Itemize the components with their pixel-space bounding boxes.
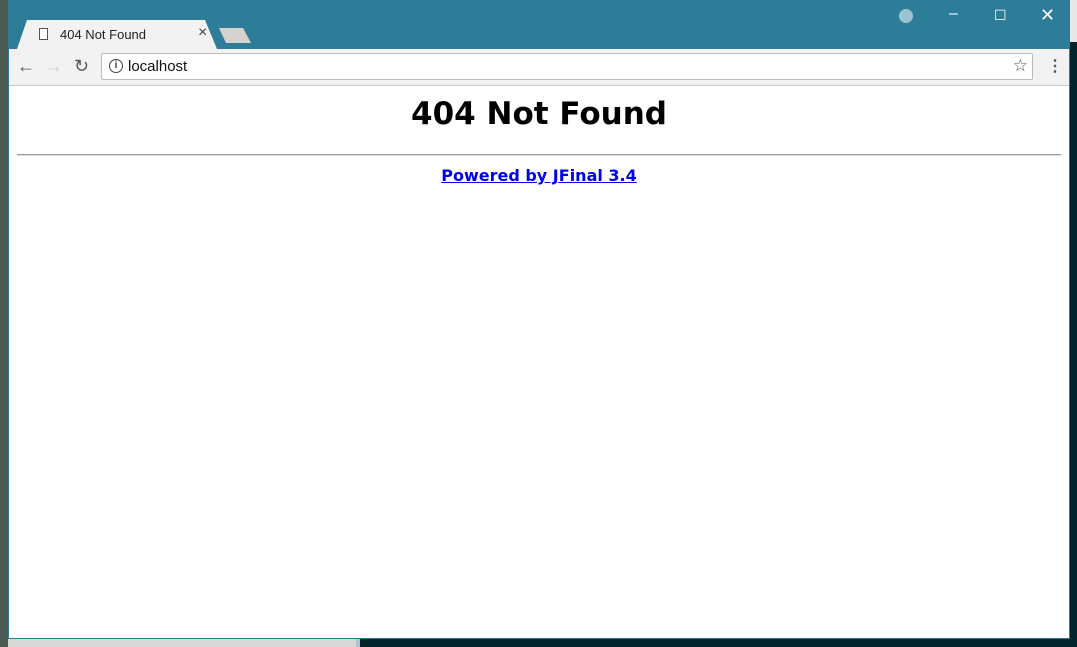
- url-text[interactable]: localhost: [128, 58, 187, 75]
- page-icon: [39, 28, 48, 40]
- info-icon[interactable]: i: [109, 59, 123, 73]
- profile-icon[interactable]: [899, 9, 913, 23]
- tab-title: 404 Not Found: [60, 27, 147, 42]
- powered-by-link[interactable]: Powered by JFinal 3.4: [441, 166, 637, 185]
- address-bar[interactable]: i localhost ☆: [101, 53, 1033, 80]
- desktop-background: [0, 0, 8, 647]
- back-button[interactable]: ←: [17, 56, 35, 77]
- tab-active[interactable]: 404 Not Found ×: [17, 20, 217, 49]
- close-window-button[interactable]: ✕: [1040, 5, 1055, 26]
- page-content: 404 Not Found Powered by JFinal 3.4: [9, 86, 1069, 638]
- tab-close-icon[interactable]: ×: [198, 24, 207, 42]
- background-window: [1070, 0, 1077, 647]
- browser-window: 404 Not Found × – ☐ ✕ ← → ↻ i localhost …: [8, 0, 1070, 639]
- background-window-bottom: [8, 639, 360, 647]
- toolbar: ← → ↻ i localhost ☆ ⋮: [9, 49, 1069, 86]
- page-title: 404 Not Found: [411, 96, 667, 132]
- minimize-button[interactable]: –: [949, 5, 958, 23]
- bookmark-star-icon[interactable]: ☆: [1013, 56, 1028, 76]
- reload-button[interactable]: ↻: [74, 56, 89, 77]
- menu-icon[interactable]: ⋮: [1047, 56, 1063, 76]
- forward-button[interactable]: →: [45, 56, 63, 77]
- title-bar: 404 Not Found × – ☐ ✕: [9, 1, 1069, 49]
- new-tab-button[interactable]: [219, 28, 251, 43]
- divider: [17, 154, 1061, 156]
- maximize-button[interactable]: ☐: [994, 7, 1007, 24]
